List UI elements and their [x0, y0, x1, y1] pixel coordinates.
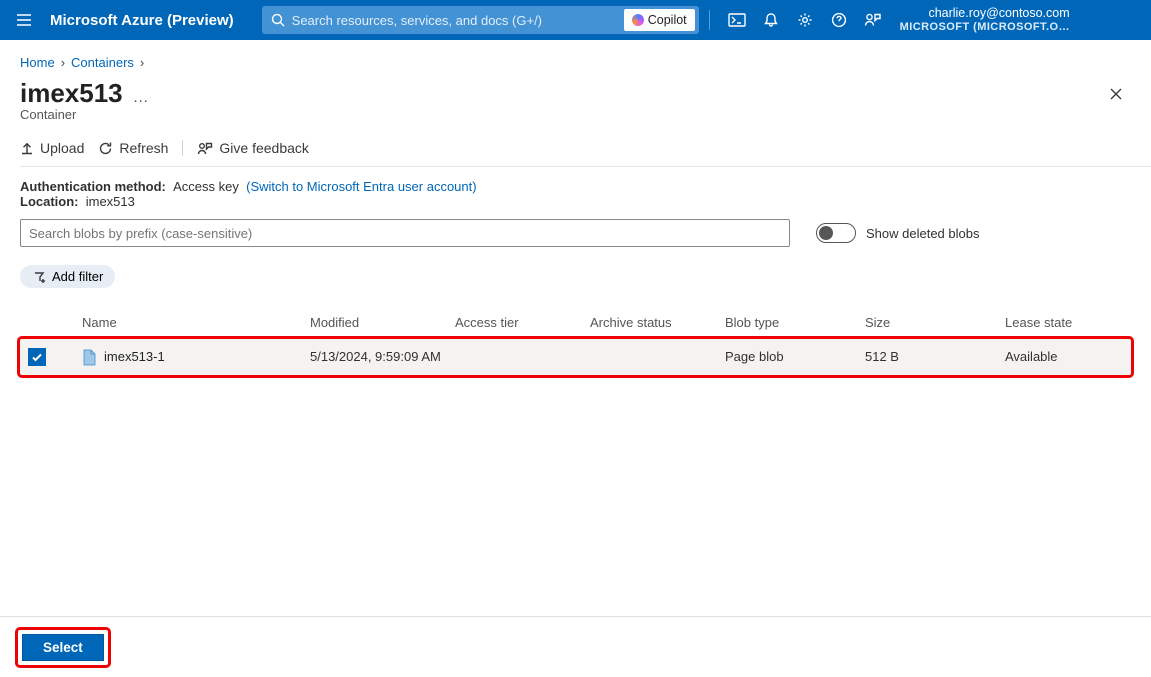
chevron-right-icon: ›	[140, 55, 144, 70]
chevron-right-icon: ›	[61, 55, 65, 70]
account-email: charlie.roy@contoso.com	[900, 7, 1070, 21]
upload-label: Upload	[40, 140, 84, 156]
account-tenant: MICROSOFT (MICROSOFT.ONMI...	[900, 21, 1070, 33]
gear-icon	[797, 12, 813, 28]
copilot-label: Copilot	[648, 13, 687, 27]
show-deleted-toggle[interactable]	[816, 223, 856, 243]
menu-button[interactable]	[10, 6, 38, 34]
breadcrumb: Home › Containers ›	[20, 55, 1131, 70]
account-area[interactable]: charlie.roy@contoso.com MICROSOFT (MICRO…	[900, 7, 1070, 33]
table-row[interactable]: imex513-1 5/13/2024, 9:59:09 AM Page blo…	[20, 339, 1131, 375]
show-deleted-label: Show deleted blobs	[866, 226, 979, 241]
col-blob-type[interactable]: Blob type	[725, 315, 865, 330]
give-feedback-button[interactable]: Give feedback	[197, 140, 309, 156]
col-access-tier[interactable]: Access tier	[455, 315, 590, 330]
auth-method-label: Authentication method:	[20, 179, 166, 194]
location-label: Location:	[20, 194, 79, 209]
location-value: imex513	[86, 194, 135, 209]
help-button[interactable]	[822, 0, 856, 40]
help-icon	[831, 12, 847, 28]
feedback-button[interactable]	[856, 0, 890, 40]
check-icon	[31, 351, 43, 363]
cell-modified: 5/13/2024, 9:59:09 AM	[310, 349, 455, 364]
blob-name-link[interactable]: imex513-1	[104, 349, 165, 364]
cloud-shell-icon	[728, 13, 746, 27]
copilot-icon	[632, 14, 644, 26]
divider	[20, 166, 1151, 167]
search-icon	[270, 12, 286, 28]
close-icon	[1109, 87, 1123, 101]
more-actions-button[interactable]: …	[133, 89, 151, 107]
global-search-input[interactable]	[286, 11, 624, 30]
col-name[interactable]: Name	[60, 315, 310, 330]
close-blade-button[interactable]	[1101, 79, 1131, 109]
blob-prefix-search-input[interactable]	[20, 219, 790, 247]
auth-method-value: Access key	[173, 179, 239, 194]
table-header: Name Modified Access tier Archive status…	[20, 307, 1131, 339]
copilot-button[interactable]: Copilot	[624, 9, 695, 31]
notifications-button[interactable]	[754, 0, 788, 40]
blob-table: Name Modified Access tier Archive status…	[20, 307, 1131, 375]
separator	[182, 140, 183, 156]
page-title: imex513	[20, 78, 123, 109]
brand-label[interactable]: Microsoft Azure (Preview)	[50, 12, 234, 29]
col-modified[interactable]: Modified	[310, 315, 455, 330]
cell-size: 512 B	[865, 349, 1005, 364]
command-bar: Upload Refresh Give feedback	[20, 140, 1131, 156]
refresh-icon	[98, 141, 113, 156]
highlighted-select-callout: Select	[18, 630, 108, 665]
person-feedback-icon	[197, 141, 213, 156]
filter-add-icon	[32, 270, 46, 284]
switch-auth-link[interactable]: (Switch to Microsoft Entra user account)	[246, 179, 476, 194]
refresh-button[interactable]: Refresh	[98, 140, 168, 156]
content-area: Home › Containers › imex513 … Container …	[0, 40, 1151, 610]
hamburger-icon	[16, 13, 32, 27]
highlighted-row-callout: imex513-1 5/13/2024, 9:59:09 AM Page blo…	[20, 339, 1131, 375]
bell-icon	[763, 12, 779, 28]
meta-block: Authentication method: Access key (Switc…	[20, 179, 1131, 209]
cell-type: Page blob	[725, 349, 865, 364]
page-subtitle: Container	[20, 107, 1131, 122]
cloud-shell-button[interactable]	[720, 0, 754, 40]
file-icon	[82, 349, 98, 365]
upload-icon	[20, 141, 34, 155]
add-filter-label: Add filter	[52, 269, 103, 284]
upload-button[interactable]: Upload	[20, 140, 84, 156]
add-filter-button[interactable]: Add filter	[20, 265, 115, 288]
global-search[interactable]: Copilot	[262, 6, 699, 34]
separator	[709, 10, 710, 30]
settings-button[interactable]	[788, 0, 822, 40]
cell-lease: Available	[1005, 349, 1130, 364]
col-lease-state[interactable]: Lease state	[1005, 315, 1130, 330]
breadcrumb-containers[interactable]: Containers	[71, 55, 134, 70]
breadcrumb-home[interactable]: Home	[20, 55, 55, 70]
give-feedback-label: Give feedback	[219, 140, 309, 156]
refresh-label: Refresh	[119, 140, 168, 156]
footer-bar: Select	[0, 616, 1151, 677]
person-feedback-icon	[864, 12, 882, 28]
row-checkbox[interactable]	[28, 348, 46, 366]
col-archive-status[interactable]: Archive status	[590, 315, 725, 330]
global-header: Microsoft Azure (Preview) Copilot charli…	[0, 0, 1151, 40]
col-size[interactable]: Size	[865, 315, 1005, 330]
select-button[interactable]: Select	[22, 634, 104, 661]
